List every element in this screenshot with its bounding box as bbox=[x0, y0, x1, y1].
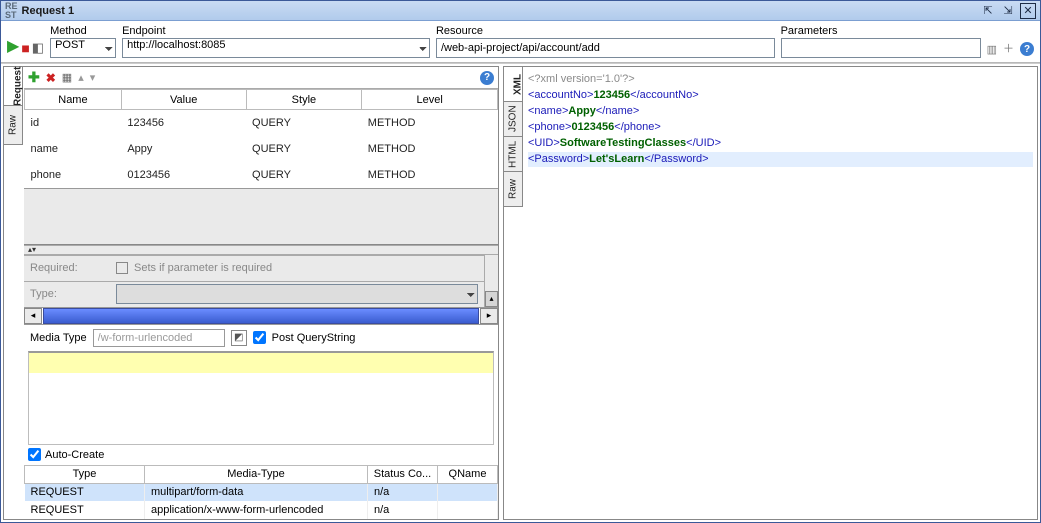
table-row[interactable]: id123456QUERYMETHOD bbox=[25, 110, 498, 136]
split-icon[interactable]: ▥ bbox=[987, 43, 997, 56]
col-qname[interactable]: QName bbox=[438, 465, 498, 483]
tab-request[interactable]: Request bbox=[3, 66, 23, 106]
required-label: Required: bbox=[30, 262, 110, 274]
help-icon[interactable]: ? bbox=[1020, 42, 1034, 56]
maximize-icon[interactable]: ⇲ bbox=[1000, 3, 1016, 19]
tab-raw-response[interactable]: Raw bbox=[503, 171, 523, 207]
col-value[interactable]: Value bbox=[121, 90, 246, 110]
col-level[interactable]: Level bbox=[362, 90, 498, 110]
table-row[interactable]: REQUESTmultipart/form-datan/a bbox=[25, 483, 498, 501]
required-checkbox[interactable] bbox=[116, 262, 128, 274]
parameters-label: Parameters bbox=[781, 25, 981, 37]
param-help-icon[interactable]: ? bbox=[480, 71, 494, 85]
tab-xml[interactable]: XML bbox=[503, 66, 523, 102]
minimize-icon[interactable]: ⇱ bbox=[980, 3, 996, 19]
up-icon[interactable]: ▴ bbox=[78, 71, 84, 84]
auto-create-checkbox[interactable] bbox=[28, 448, 41, 461]
expand-bar[interactable]: ▴▾ bbox=[24, 245, 498, 255]
col-type[interactable]: Type bbox=[25, 465, 145, 483]
media-edit-icon[interactable]: ◩ bbox=[231, 330, 247, 346]
response-body[interactable]: <?xml version='1.0'?> <accountNo>123456<… bbox=[524, 67, 1037, 519]
col-name[interactable]: Name bbox=[25, 90, 122, 110]
param-toolbar: ✚ ✖ ▦ ▴ ▾ ? bbox=[24, 67, 498, 89]
media-type-label: Media Type bbox=[30, 332, 87, 344]
rest-icon: RE ST bbox=[5, 2, 18, 20]
resource-label: Resource bbox=[436, 25, 775, 37]
table-row[interactable]: phone0123456QUERYMETHOD bbox=[25, 162, 498, 188]
tab-html[interactable]: HTML bbox=[503, 136, 523, 172]
down-icon[interactable]: ▾ bbox=[90, 71, 96, 84]
col-status[interactable]: Status Co... bbox=[368, 465, 438, 483]
col-style[interactable]: Style bbox=[246, 90, 362, 110]
body-editor[interactable] bbox=[28, 351, 494, 445]
url-icon[interactable]: ▦ bbox=[62, 71, 72, 84]
table-row[interactable]: nameAppyQUERYMETHOD bbox=[25, 136, 498, 162]
post-querystring-label: Post QueryString bbox=[272, 332, 356, 344]
request-pane: Request Raw ✚ ✖ ▦ ▴ ▾ ? Name Value Style bbox=[3, 66, 499, 520]
method-label: Method bbox=[50, 25, 116, 37]
tab-json[interactable]: JSON bbox=[503, 101, 523, 137]
method-select[interactable]: POST bbox=[50, 38, 116, 58]
type-label: Type: bbox=[30, 288, 110, 300]
endpoint-label: Endpoint bbox=[122, 25, 430, 37]
required-desc: Sets if parameter is required bbox=[134, 262, 272, 274]
post-querystring-checkbox[interactable] bbox=[253, 331, 266, 344]
flag-icon[interactable]: ◧ bbox=[32, 40, 44, 56]
auto-create-label: Auto-Create bbox=[45, 449, 104, 461]
col-mediatype[interactable]: Media-Type bbox=[145, 465, 368, 483]
request-bar: ▶ ■ ◧ Method POST Endpoint http://localh… bbox=[1, 21, 1040, 63]
param-table: Name Value Style Level id123456QUERYMETH… bbox=[24, 89, 498, 245]
run-button[interactable]: ▶ bbox=[7, 36, 19, 56]
scroll-track[interactable] bbox=[43, 308, 479, 324]
resource-input[interactable] bbox=[436, 38, 775, 58]
scroll-right-button[interactable]: ▸ bbox=[480, 308, 498, 324]
close-icon[interactable]: ✕ bbox=[1020, 3, 1036, 19]
response-pane: XML JSON HTML Raw <?xml version='1.0'?> … bbox=[503, 66, 1038, 520]
type-select[interactable] bbox=[116, 284, 478, 304]
endpoint-select[interactable]: http://localhost:8085 bbox=[122, 38, 430, 58]
tab-raw[interactable]: Raw bbox=[3, 105, 23, 145]
window-title: Request 1 bbox=[22, 5, 75, 17]
attachments-table: Type Media-Type Status Co... QName REQUE… bbox=[24, 465, 498, 520]
add-param-button[interactable]: ✚ bbox=[28, 69, 40, 86]
title-bar: RE ST Request 1 ⇱ ⇲ ✕ bbox=[1, 1, 1040, 21]
table-row[interactable]: REQUESTapplication/x-www-form-urlencoded… bbox=[25, 501, 498, 519]
stop-button[interactable]: ■ bbox=[21, 40, 29, 56]
prop-scrollbar[interactable]: ▴ bbox=[484, 255, 498, 307]
remove-param-button[interactable]: ✖ bbox=[46, 71, 56, 85]
add-icon[interactable]: ＋ bbox=[1003, 40, 1014, 56]
scroll-left-button[interactable]: ◂ bbox=[24, 308, 42, 324]
parameters-input[interactable] bbox=[781, 38, 981, 58]
media-type-input[interactable] bbox=[93, 329, 225, 347]
